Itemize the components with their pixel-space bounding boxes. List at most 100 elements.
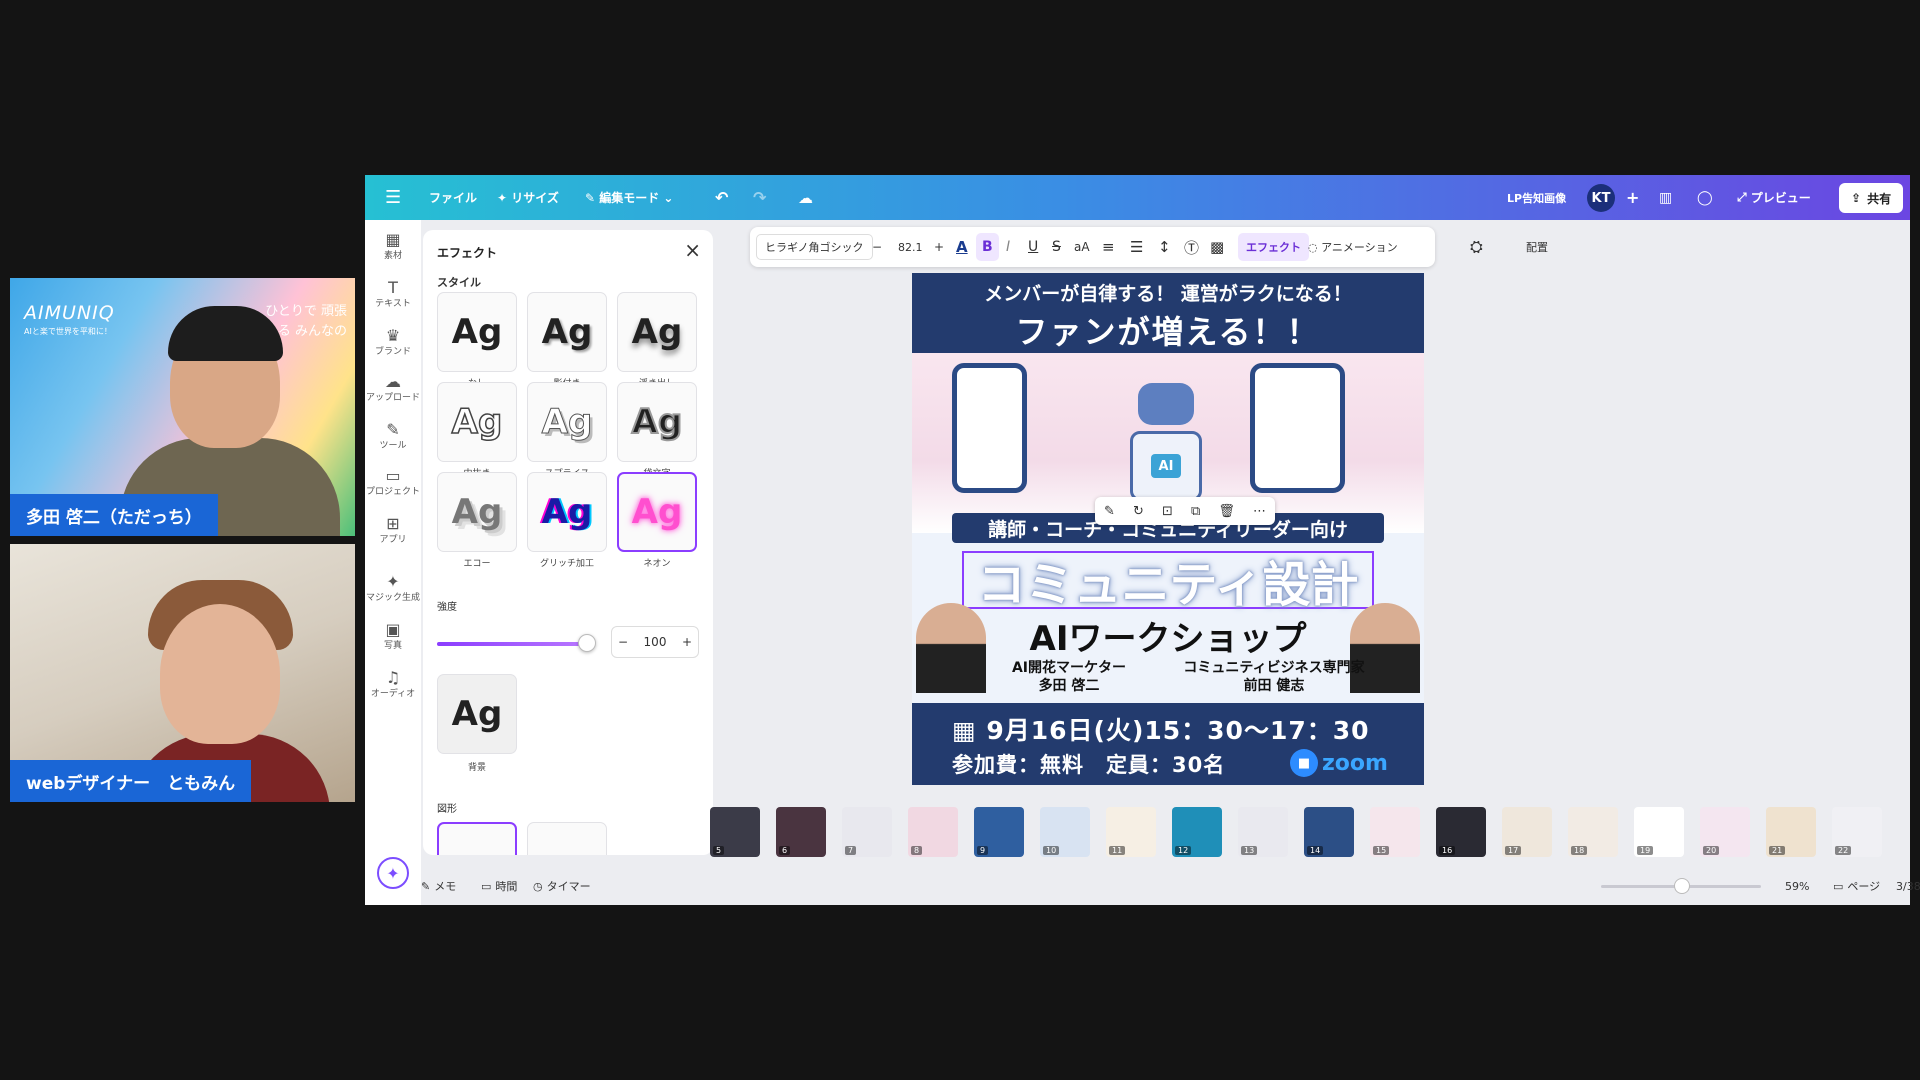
strikethrough-button[interactable]: S (1052, 227, 1061, 267)
intensity-stepper[interactable]: − 100 + (611, 626, 699, 658)
text-style-option[interactable]: Ag (437, 292, 517, 372)
poster-fee[interactable]: 参加費：無料 定員：30名 (952, 749, 1225, 779)
page-thumbnail[interactable]: 7 (842, 807, 892, 857)
shape-option-none[interactable] (437, 822, 517, 855)
pages-button[interactable]: ▭ ページ (1833, 867, 1880, 905)
page-thumbnail[interactable]: 16 (1436, 807, 1486, 857)
intensity-slider-handle[interactable] (578, 634, 596, 652)
speaker-1-credit[interactable]: AI開花マーケター 多田 啓二 (984, 659, 1154, 695)
font-size-input[interactable]: 82.1 (898, 227, 923, 267)
align-center-icon[interactable]: ≡ (1102, 227, 1115, 267)
rail-item-0[interactable]: ▦ 素材 (365, 230, 421, 263)
paint-format-icon[interactable]: ⛭ (1470, 227, 1483, 267)
edit-mode-dropdown[interactable]: ✎ 編集モード ⌄ (585, 175, 673, 220)
transparency-icon[interactable]: ▩ (1210, 227, 1224, 267)
lock-icon[interactable]: ⊡ (1162, 504, 1173, 519)
page-counter[interactable]: 3/38 (1896, 867, 1920, 905)
page-thumbnail[interactable]: 5 (710, 807, 760, 857)
page-thumbnail[interactable]: 8 (908, 807, 958, 857)
intensity-slider-track[interactable] (437, 642, 587, 646)
zoom-slider-handle[interactable] (1674, 878, 1690, 894)
rail-item-5[interactable]: ▭ プロジェクト (365, 466, 421, 499)
timer-button[interactable]: ◷ タイマー (533, 867, 591, 905)
poster-main-title-selected[interactable]: コミュニティ設計 (962, 551, 1374, 613)
duration-button[interactable]: ▭ 時間 (481, 867, 517, 905)
text-style-option[interactable]: Ag (527, 382, 607, 462)
text-color-button[interactable]: A (956, 227, 968, 267)
text-style-option[interactable]: Ag (617, 292, 697, 372)
page-thumbnail[interactable]: 11 (1106, 807, 1156, 857)
rotate-icon[interactable]: ↻ (1133, 504, 1144, 519)
position-button[interactable]: 配置 (1526, 227, 1548, 267)
page-thumbnail[interactable]: 15 (1370, 807, 1420, 857)
notes-button[interactable]: ✎ メモ (421, 867, 456, 905)
page-thumbnail[interactable]: 14 (1304, 807, 1354, 857)
rail-item-9[interactable]: ♫ オーディオ (365, 668, 421, 701)
text-style-option[interactable]: Ag (617, 472, 697, 552)
font-size-increase-button[interactable]: + (934, 227, 944, 267)
vertical-text-icon[interactable]: Ⓣ (1184, 227, 1199, 267)
text-style-option[interactable]: Ag (437, 472, 517, 552)
page-thumbnail[interactable]: 21 (1766, 807, 1816, 857)
text-style-option[interactable]: Ag (527, 472, 607, 552)
page-thumbnail[interactable]: 10 (1040, 807, 1090, 857)
rail-item-6[interactable]: ⊞ アプリ (365, 514, 421, 547)
poster-date[interactable]: ▦ 9月16日(火)15：30〜17：30 (952, 711, 1370, 747)
text-style-option[interactable]: Ag (437, 382, 517, 462)
rail-item-3[interactable]: ☁ アップロード (365, 372, 421, 405)
page-thumbnail[interactable]: 19 (1634, 807, 1684, 857)
cloud-saved-icon[interactable]: ☁ (798, 175, 813, 220)
intensity-value[interactable]: 100 (644, 635, 667, 649)
page-thumbnail[interactable]: 20 (1700, 807, 1750, 857)
add-collaborator-icon[interactable]: + (1626, 175, 1639, 220)
trash-icon[interactable]: 🗑 (1218, 504, 1235, 519)
page-thumbnail[interactable]: 12 (1172, 807, 1222, 857)
redo-icon[interactable]: ↷ (753, 175, 766, 220)
animation-button[interactable]: ◌ アニメーション (1308, 227, 1398, 267)
effects-button[interactable]: エフェクト (1238, 233, 1309, 261)
line-spacing-icon[interactable]: ↕ (1158, 227, 1171, 267)
file-menu[interactable]: ファイル (429, 175, 477, 220)
rail-item-8[interactable]: ▣ 写真 (365, 620, 421, 653)
menu-icon[interactable]: ☰ (385, 175, 401, 220)
page-thumbnail[interactable]: 9 (974, 807, 1024, 857)
rail-item-7[interactable]: ✦ マジック生成 (365, 572, 421, 605)
rail-item-4[interactable]: ✎ ツール (365, 420, 421, 453)
zoom-logo[interactable]: ■ zoom (1290, 747, 1388, 779)
bullet-list-icon[interactable]: ☰ (1130, 227, 1143, 267)
page-thumbnail[interactable]: 22 (1832, 807, 1882, 857)
font-size-decrease-button[interactable]: − (872, 227, 882, 267)
speaker-1-photo[interactable] (916, 603, 986, 693)
more-icon[interactable]: ⋯ (1253, 504, 1266, 519)
close-icon[interactable]: × (684, 238, 701, 262)
document-title[interactable]: LP告知画像 (1507, 175, 1566, 220)
duplicate-icon[interactable]: ⧉ (1191, 504, 1200, 519)
speaker-2-credit[interactable]: コミュニティビジネス専門家 前田 健志 (1174, 659, 1374, 695)
magic-edit-icon[interactable]: ✎ (1104, 504, 1115, 519)
preview-button[interactable]: ⤢ プレビュー (1737, 175, 1811, 220)
underline-button[interactable]: U (1028, 227, 1038, 267)
magic-assistant-icon[interactable]: ✦ (377, 857, 409, 889)
text-style-option[interactable]: Ag (617, 382, 697, 462)
page-thumbnail[interactable]: 6 (776, 807, 826, 857)
text-case-button[interactable]: aA (1074, 227, 1090, 267)
font-family-select[interactable]: ヒラギノ角ゴシック (756, 234, 873, 260)
poster-header-text[interactable]: メンバーが自律する！ 運営がラクになる！ (912, 279, 1424, 306)
share-button[interactable]: ⇪ 共有 (1839, 183, 1904, 213)
page-thumbnail[interactable]: 13 (1238, 807, 1288, 857)
rail-item-1[interactable]: T テキスト (365, 278, 421, 311)
resize-button[interactable]: ✦ リサイズ (497, 175, 559, 220)
shape-option[interactable] (527, 822, 607, 855)
undo-icon[interactable]: ↶ (715, 175, 728, 220)
poster-headline[interactable]: ファンが増える！！ (912, 307, 1424, 353)
zoom-percentage[interactable]: 59% (1785, 867, 1809, 905)
page-thumbnail[interactable]: 18 (1568, 807, 1618, 857)
insights-chart-icon[interactable]: ▥ (1659, 175, 1672, 220)
bold-button[interactable]: B (976, 233, 999, 261)
italic-button[interactable]: I (1006, 227, 1010, 267)
poster-workshop-title[interactable]: AIワークショップ (912, 611, 1424, 660)
text-style-option[interactable]: Ag (527, 292, 607, 372)
page-thumbnail[interactable]: 17 (1502, 807, 1552, 857)
rail-item-2[interactable]: ♛ ブランド (365, 326, 421, 359)
increase-icon[interactable]: + (682, 635, 692, 649)
